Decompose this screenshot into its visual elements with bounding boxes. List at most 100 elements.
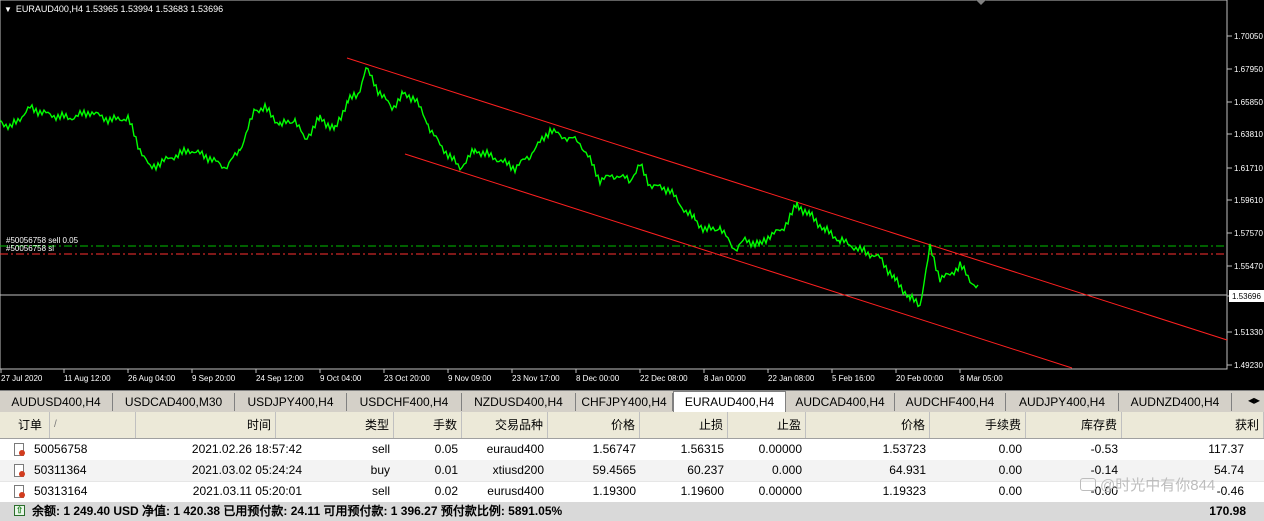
time-tick-label: 9 Sep 20:00	[192, 374, 236, 383]
order-icon	[14, 485, 25, 498]
chart-canvas[interactable]: 1.70050 1.67950 1.65850 1.63810 1.61710 1.596…	[0, 0, 1264, 390]
chart-shift-marker	[976, 0, 986, 5]
price-tick-label: 1.63810	[1234, 130, 1263, 139]
col-sl-header[interactable]: 止损	[640, 412, 728, 438]
col-sort-header[interactable]: /	[50, 412, 136, 438]
time-tick-label: 9 Oct 04:00	[320, 374, 362, 383]
cell-current-price: 1.53723	[882, 442, 926, 456]
time-tick-label: 5 Feb 16:00	[832, 374, 875, 383]
current-price-label: 1.53696	[1232, 292, 1261, 301]
price-tick-label: 1.51330	[1234, 328, 1263, 337]
watermark: @时光中有你844	[1080, 474, 1215, 495]
tab-usdcad400-m30[interactable]: USDCAD400,M30	[113, 393, 235, 411]
cell-symbol: eurusd400	[487, 484, 544, 498]
table-row[interactable]: 50056758 2021.02.26 18:57:42 sell 0.05 eurau…	[0, 439, 1264, 461]
cell-take-profit: 0.00000	[758, 484, 802, 498]
cell-profit: 117.37	[1208, 442, 1244, 456]
time-tick-label: 22 Dec 08:00	[640, 374, 688, 383]
tab-audchf400-h4[interactable]: AUDCHF400,H4	[895, 393, 1006, 411]
tab-nzdusd400-h4[interactable]: NZDUSD400,H4	[462, 393, 576, 411]
channel-upper-line	[346, 57, 1228, 341]
cell-symbol: euraud400	[486, 442, 544, 456]
cell-open-price: 1.56747	[592, 442, 636, 456]
account-summary: ⇧ 余额: 1 249.40 USD 净值: 1 420.38 已用预付款: 2…	[0, 502, 1264, 521]
cell-stop-loss: 1.19600	[680, 484, 724, 498]
price-tick-label: 1.61710	[1234, 164, 1263, 173]
cell-open-price: 59.4565	[592, 463, 636, 477]
time-tick-label: 8 Mar 05:00	[960, 374, 1003, 383]
order-icon	[14, 443, 25, 456]
cell-swap: -0.53	[1090, 442, 1118, 456]
price-tick-label: 1.70050	[1234, 32, 1263, 41]
time-tick-label: 8 Dec 00:00	[576, 374, 620, 383]
tab-scroll-arrows[interactable]: ◂▸	[1248, 393, 1260, 407]
time-tick-label: 22 Jan 08:00	[768, 374, 815, 383]
triangle-down-icon: ▼	[4, 5, 12, 14]
cell-lots: 0.02	[434, 484, 458, 498]
col-price-header[interactable]: 价格	[548, 412, 640, 438]
table-row[interactable]: 50313164 2021.03.11 05:20:01 sell 0.02 eurus…	[0, 481, 1264, 503]
cell-commission: 0.00	[998, 463, 1022, 477]
cell-current-price: 1.19323	[882, 484, 926, 498]
tab-audjpy400-h4[interactable]: AUDJPY400,H4	[1006, 393, 1119, 411]
time-tick-label: 23 Oct 20:00	[384, 374, 430, 383]
tab-usdchf400-h4[interactable]: USDCHF400,H4	[347, 393, 462, 411]
channel-lower-line	[404, 153, 1073, 369]
col-lots-header[interactable]: 手数	[394, 412, 462, 438]
price-tick-label: 1.55470	[1234, 262, 1263, 271]
order-icon	[14, 464, 25, 477]
time-tick-label: 11 Aug 12:00	[64, 374, 111, 383]
col-symbol-header[interactable]: 交易品种	[462, 412, 548, 438]
cell-symbol: xtiusd200	[492, 463, 544, 477]
cell-stop-loss: 1.56315	[680, 442, 724, 456]
cell-take-profit: 0.000	[771, 463, 802, 477]
tab-euraud400-h4[interactable]: EURAUD400,H4	[673, 391, 786, 412]
time-tick-label: 20 Feb 00:00	[896, 374, 944, 383]
chart-title-text: EURAUD400,H4 1.53965 1.53994 1.53683 1.5…	[15, 4, 224, 14]
cell-commission: 0.00	[998, 442, 1022, 456]
cell-order-type: sell	[371, 442, 390, 456]
time-tick-label: 26 Aug 04:00	[128, 374, 176, 383]
time-tick-label: 27 Jul 2020	[1, 374, 43, 383]
col-time-header[interactable]: 时间	[136, 412, 276, 438]
plot-frame	[0, 0, 1228, 370]
chart-title: ▼ EURAUD400,H4 1.53965 1.53994 1.53683 1.…	[4, 4, 223, 14]
cell-open-price: 1.19300	[592, 484, 636, 498]
table-row[interactable]: 50311364 2021.03.02 05:24:24 buy 0.01 xtiusd…	[0, 460, 1264, 482]
terminal-panel: 订单 / 时间 类型 手数 交易品种 价格 止损 止盈 价格 手续费 库存费 获利 50056758 20…	[0, 412, 1264, 521]
tab-chfjpy400-h4[interactable]: CHFJPY400,H4	[576, 393, 673, 411]
price-tick-label: 1.49230	[1234, 361, 1263, 370]
time-tick-label: 9 Nov 09:00	[448, 374, 492, 383]
tab-audusd400-h4[interactable]: AUDUSD400,H4	[0, 393, 113, 411]
col-commission-header[interactable]: 手续费	[930, 412, 1026, 438]
cell-order-id: 50313164	[34, 484, 88, 498]
col-price-current-header[interactable]: 价格	[806, 412, 930, 438]
price-tick-label: 1.59610	[1234, 196, 1263, 205]
col-profit-header[interactable]: 获利	[1122, 412, 1264, 438]
chart-tabs: AUDUSD400,H4 USDCAD400,M30 USDJPY400,H4 USD…	[0, 390, 1264, 413]
tab-audnzd400-h4[interactable]: AUDNZD400,H4	[1119, 393, 1232, 411]
arrow-up-icon: ⇧	[14, 505, 25, 516]
price-tick-label: 1.67950	[1234, 65, 1263, 74]
stop-loss-label: #50056758 sl	[6, 244, 54, 253]
summary-text: 余额: 1 249.40 USD 净值: 1 420.38 已用预付款: 24.…	[32, 504, 563, 518]
cell-lots: 0.01	[434, 463, 458, 477]
cell-order-type: buy	[370, 463, 390, 477]
table-header: 订单 / 时间 类型 手数 交易品种 价格 止损 止盈 价格 手续费 库存费 获利	[0, 412, 1264, 439]
cell-take-profit: 0.00000	[758, 442, 802, 456]
col-tp-header[interactable]: 止盈	[728, 412, 806, 438]
cell-order-type: sell	[371, 484, 390, 498]
cell-current-price: 64.931	[889, 463, 926, 477]
col-type-header[interactable]: 类型	[276, 412, 394, 438]
price-chart[interactable]: 1.70050 1.67950 1.65850 1.63810 1.61710 1.596…	[0, 0, 1264, 390]
cell-commission: 0.00	[998, 484, 1022, 498]
price-tick-label: 1.65850	[1234, 98, 1263, 107]
col-order-header[interactable]: 订单	[14, 412, 50, 438]
price-tick-label: 1.57570	[1234, 229, 1263, 238]
tab-audcad400-h4[interactable]: AUDCAD400,H4	[786, 393, 895, 411]
col-swap-header[interactable]: 库存费	[1026, 412, 1122, 438]
tab-usdjpy400-h4[interactable]: USDJPY400,H4	[235, 393, 347, 411]
camera-icon	[1080, 478, 1096, 491]
time-tick-label: 23 Nov 17:00	[512, 374, 560, 383]
summary-total: 170.98	[1209, 504, 1246, 518]
